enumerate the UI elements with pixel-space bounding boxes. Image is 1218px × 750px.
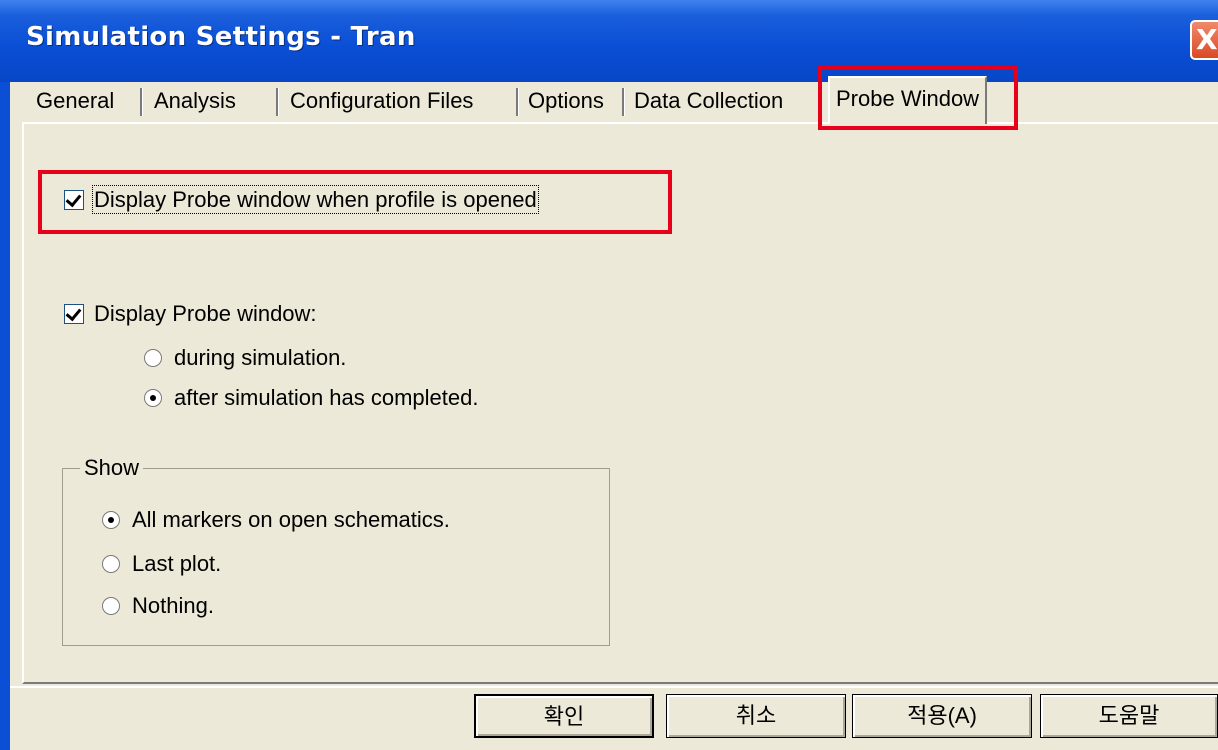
apply-button[interactable]: 적용(A) — [852, 694, 1032, 738]
tab-separator — [140, 88, 143, 116]
window-left-border — [0, 0, 10, 750]
tab-separator — [622, 88, 625, 116]
radio-nothing[interactable]: Nothing. — [102, 592, 214, 620]
radio-after-simulation-button[interactable] — [144, 389, 162, 407]
radio-all-markers-button[interactable] — [102, 511, 120, 529]
radio-during-simulation-button[interactable] — [144, 349, 162, 367]
ok-button[interactable]: 확인 — [474, 694, 654, 738]
nothing-label: Nothing. — [132, 593, 214, 618]
tab-probe-window[interactable]: Probe Window — [828, 76, 988, 124]
tab-separator — [516, 88, 519, 116]
close-icon: X — [1196, 23, 1218, 56]
tab-data-collection[interactable]: Data Collection — [628, 80, 789, 122]
radio-last-plot[interactable]: Last plot. — [102, 550, 221, 578]
display-probe-label: Display Probe window: — [94, 301, 317, 326]
title-bar[interactable]: Simulation Settings - Tran X — [0, 0, 1218, 82]
window-title: Simulation Settings - Tran — [26, 22, 416, 52]
display-probe-checkbox[interactable] — [64, 304, 84, 324]
tab-options[interactable]: Options — [522, 80, 610, 122]
open-profile-label: Display Probe window when profile is ope… — [92, 185, 539, 214]
open-profile-checkbox[interactable] — [64, 190, 84, 210]
display-probe-option[interactable]: Display Probe window: — [64, 300, 317, 328]
open-profile-option[interactable]: Display Probe window when profile is ope… — [64, 185, 539, 214]
tab-analysis[interactable]: Analysis — [148, 80, 242, 122]
show-group-title: Show — [80, 454, 144, 482]
radio-nothing-button[interactable] — [102, 597, 120, 615]
last-plot-label: Last plot. — [132, 551, 222, 576]
radio-all-markers[interactable]: All markers on open schematics. — [102, 506, 450, 534]
tab-separator — [276, 88, 279, 116]
after-simulation-label: after simulation has completed. — [174, 385, 479, 410]
radio-after-simulation[interactable]: after simulation has completed. — [144, 384, 479, 412]
radio-last-plot-button[interactable] — [102, 555, 120, 573]
radio-during-simulation[interactable]: during simulation. — [144, 344, 346, 372]
cancel-button[interactable]: 취소 — [666, 694, 846, 738]
during-simulation-label: during simulation. — [174, 345, 347, 370]
help-button[interactable]: 도움말 — [1040, 694, 1218, 738]
close-button[interactable]: X — [1190, 20, 1218, 60]
tab-general[interactable]: General — [30, 80, 120, 122]
all-markers-label: All markers on open schematics. — [132, 507, 450, 532]
tab-configuration-files[interactable]: Configuration Files — [284, 80, 479, 122]
separator — [10, 686, 1218, 688]
